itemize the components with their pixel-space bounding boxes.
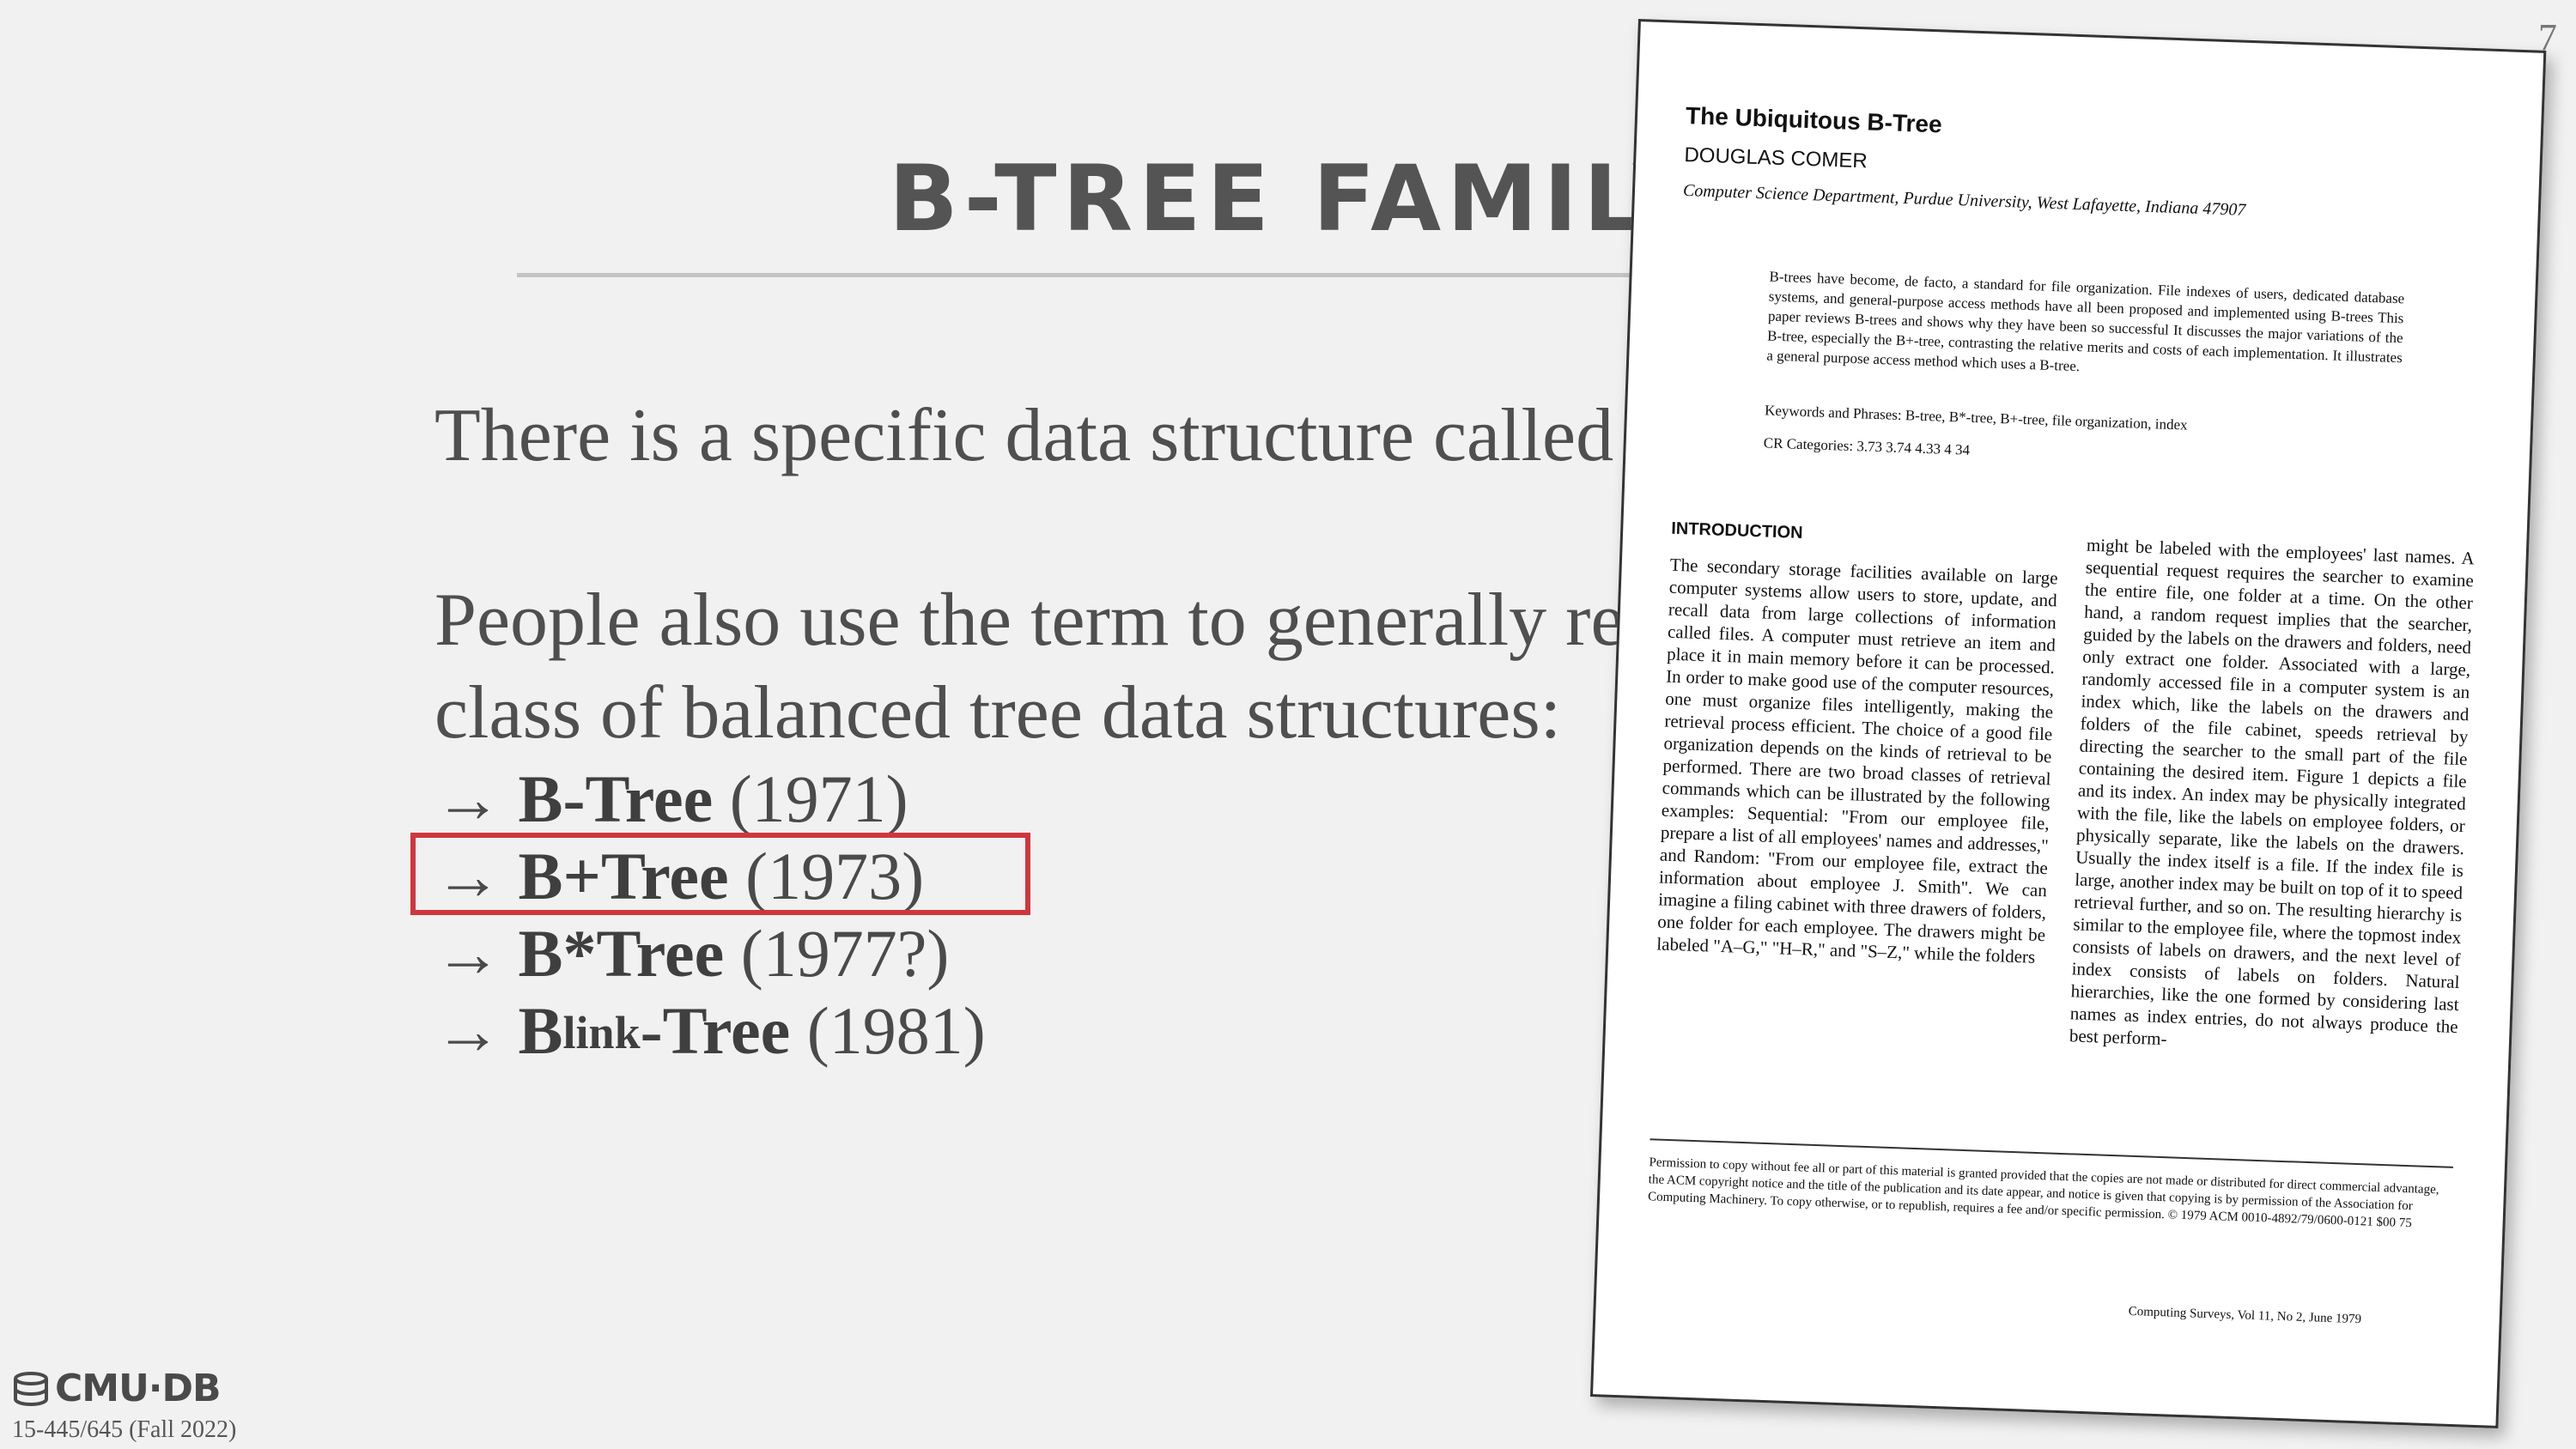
bullet-name: Blink-Tree xyxy=(518,993,791,1068)
bullet-name: B*Tree xyxy=(518,916,725,991)
title-divider xyxy=(517,273,1719,277)
arrow-icon: → xyxy=(434,916,501,991)
paper-title: The Ubiquitous B-Tree xyxy=(1685,102,1943,138)
arrow-icon: → xyxy=(434,761,501,836)
bullet-btree: → B-Tree (1971) xyxy=(434,761,908,838)
bullet-year: (1981) xyxy=(806,993,986,1068)
bullet-year: (1971) xyxy=(729,761,908,836)
bullet-name: B-Tree xyxy=(518,761,714,836)
highlight-box xyxy=(410,833,1030,915)
paper-keywords: Keywords and Phrases: B-tree, B*-tree, B… xyxy=(1764,402,2188,433)
bullet-year: (1977?) xyxy=(740,916,950,991)
paper-affiliation: Computer Science Department, Purdue Univ… xyxy=(1682,180,2246,220)
slide-title: B-TREE FAMILY xyxy=(889,146,1705,252)
bullet-blinktree: → Blink-Tree (1981) xyxy=(434,992,986,1070)
logo-text: CMU·DB xyxy=(55,1367,222,1410)
bullet-bstartree: → B*Tree (1977?) xyxy=(434,915,949,992)
paper-column-left: The secondary storage facilities availab… xyxy=(1656,554,2058,967)
arrow-icon: → xyxy=(434,993,501,1068)
paper-column-right: might be labeled with the employees' las… xyxy=(2069,534,2476,1050)
paper-page: The Ubiquitous B-Tree DOUGLAS COMER Comp… xyxy=(1589,19,2547,1428)
paper-intro-heading: INTRODUCTION xyxy=(1670,518,1803,543)
course-label: 15-445/645 (Fall 2022) xyxy=(12,1416,237,1443)
paper-cr-categories: CR Categories: 3.73 3.74 4.33 4 34 xyxy=(1763,434,1971,458)
paragraph-general-line2: class of balanced tree data structures: xyxy=(434,671,1562,755)
paper-permission: Permission to copy without fee all or pa… xyxy=(1647,1155,2439,1231)
cmu-db-logo: CMU·DB xyxy=(12,1367,222,1410)
paper-abstract: B-trees have become, de facto, a standar… xyxy=(1766,268,2405,375)
paper-footer: Computing Surveys, Vol 11, No 2, June 19… xyxy=(2128,1304,2362,1327)
database-icon xyxy=(14,1371,48,1406)
paper-author: DOUGLAS COMER xyxy=(1684,142,1868,173)
